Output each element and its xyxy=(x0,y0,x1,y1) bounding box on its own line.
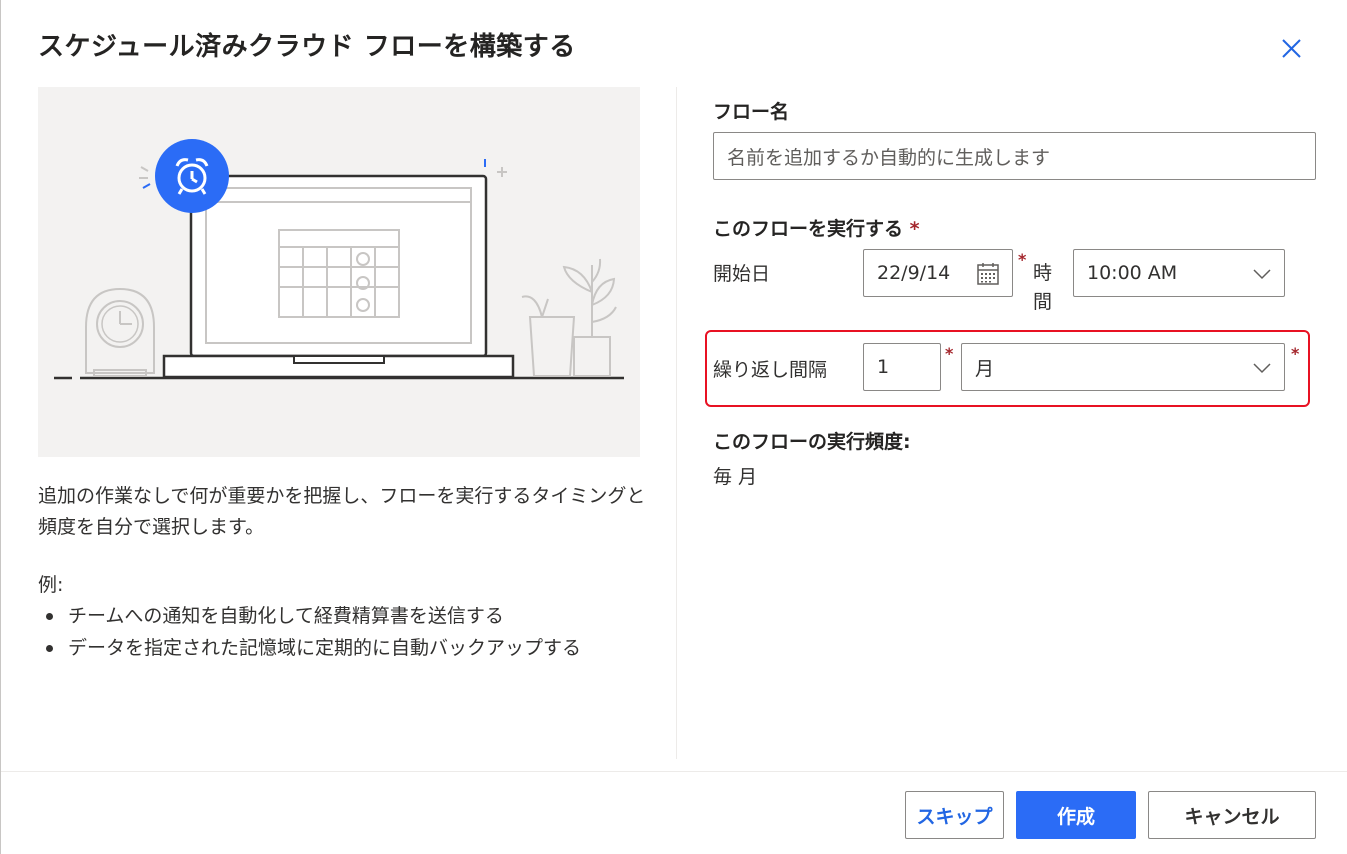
flow-name-label: フロー名 xyxy=(713,101,790,123)
list-item: データを指定された記憶域に定期的に自動バックアップする xyxy=(38,632,581,664)
frequency-value: 毎 月 xyxy=(713,466,758,488)
required-marker: * xyxy=(945,344,954,363)
column-divider xyxy=(676,87,677,759)
footer-divider xyxy=(1,771,1347,772)
skip-button[interactable]: スキップ xyxy=(905,791,1004,839)
flow-description: 追加の作業なしで何が重要かを把握し、フローを実行するタイミングと頻度を自分で選択… xyxy=(38,485,646,538)
time-value: 10:00 AM xyxy=(1087,262,1178,284)
run-flow-label: このフローを実行する * xyxy=(713,218,920,240)
chevron-down-icon xyxy=(1253,269,1271,280)
start-date-label: 開始日 xyxy=(713,263,771,285)
create-flow-dialog: スケジュール済みクラウド フローを構築する 追加の作業なしで何が重要かを把握し、… xyxy=(0,0,1347,854)
scheduled-flow-illustration xyxy=(38,87,640,457)
time-dropdown[interactable]: 10:00 AM xyxy=(1073,249,1285,297)
flow-name-placeholder: 名前を追加するか自動的に生成します xyxy=(727,146,1051,169)
required-marker: * xyxy=(1291,344,1300,363)
alarm-clock-icon xyxy=(139,139,229,213)
required-marker: * xyxy=(909,218,920,240)
plant-icon xyxy=(521,258,617,377)
repeat-unit-value: 月 xyxy=(975,357,995,380)
create-button[interactable]: 作成 xyxy=(1016,791,1136,839)
chevron-down-icon xyxy=(1253,363,1271,374)
close-icon xyxy=(1282,39,1301,58)
example-label: 例: xyxy=(38,574,64,596)
desk-clock-icon xyxy=(85,287,155,377)
repeat-interval-label: 繰り返し間隔 xyxy=(713,359,828,381)
start-date-picker[interactable]: 22/9/14 xyxy=(863,249,1013,297)
dialog-title: スケジュール済みクラウド フローを構築する xyxy=(38,32,576,62)
frequency-label: このフローの実行頻度: xyxy=(713,431,911,453)
repeat-interval-input[interactable]: 1 xyxy=(863,343,941,391)
required-marker: * xyxy=(1018,250,1027,269)
laptop-icon xyxy=(162,174,515,379)
repeat-unit-dropdown[interactable]: 月 xyxy=(961,343,1285,391)
close-button[interactable] xyxy=(1276,33,1306,63)
cancel-button[interactable]: キャンセル xyxy=(1148,791,1316,839)
list-item: チームへの通知を自動化して経費精算書を送信する xyxy=(38,600,581,632)
repeat-interval-value: 1 xyxy=(877,356,890,378)
calendar-icon[interactable] xyxy=(976,262,1000,286)
flow-name-input[interactable]: 名前を追加するか自動的に生成します xyxy=(713,132,1316,180)
example-list: チームへの通知を自動化して経費精算書を送信する データを指定された記憶域に定期的… xyxy=(38,600,581,664)
start-date-value: 22/9/14 xyxy=(877,262,951,284)
laptop-clock-illustration xyxy=(54,139,624,380)
time-label: 時 間 xyxy=(1033,262,1053,313)
